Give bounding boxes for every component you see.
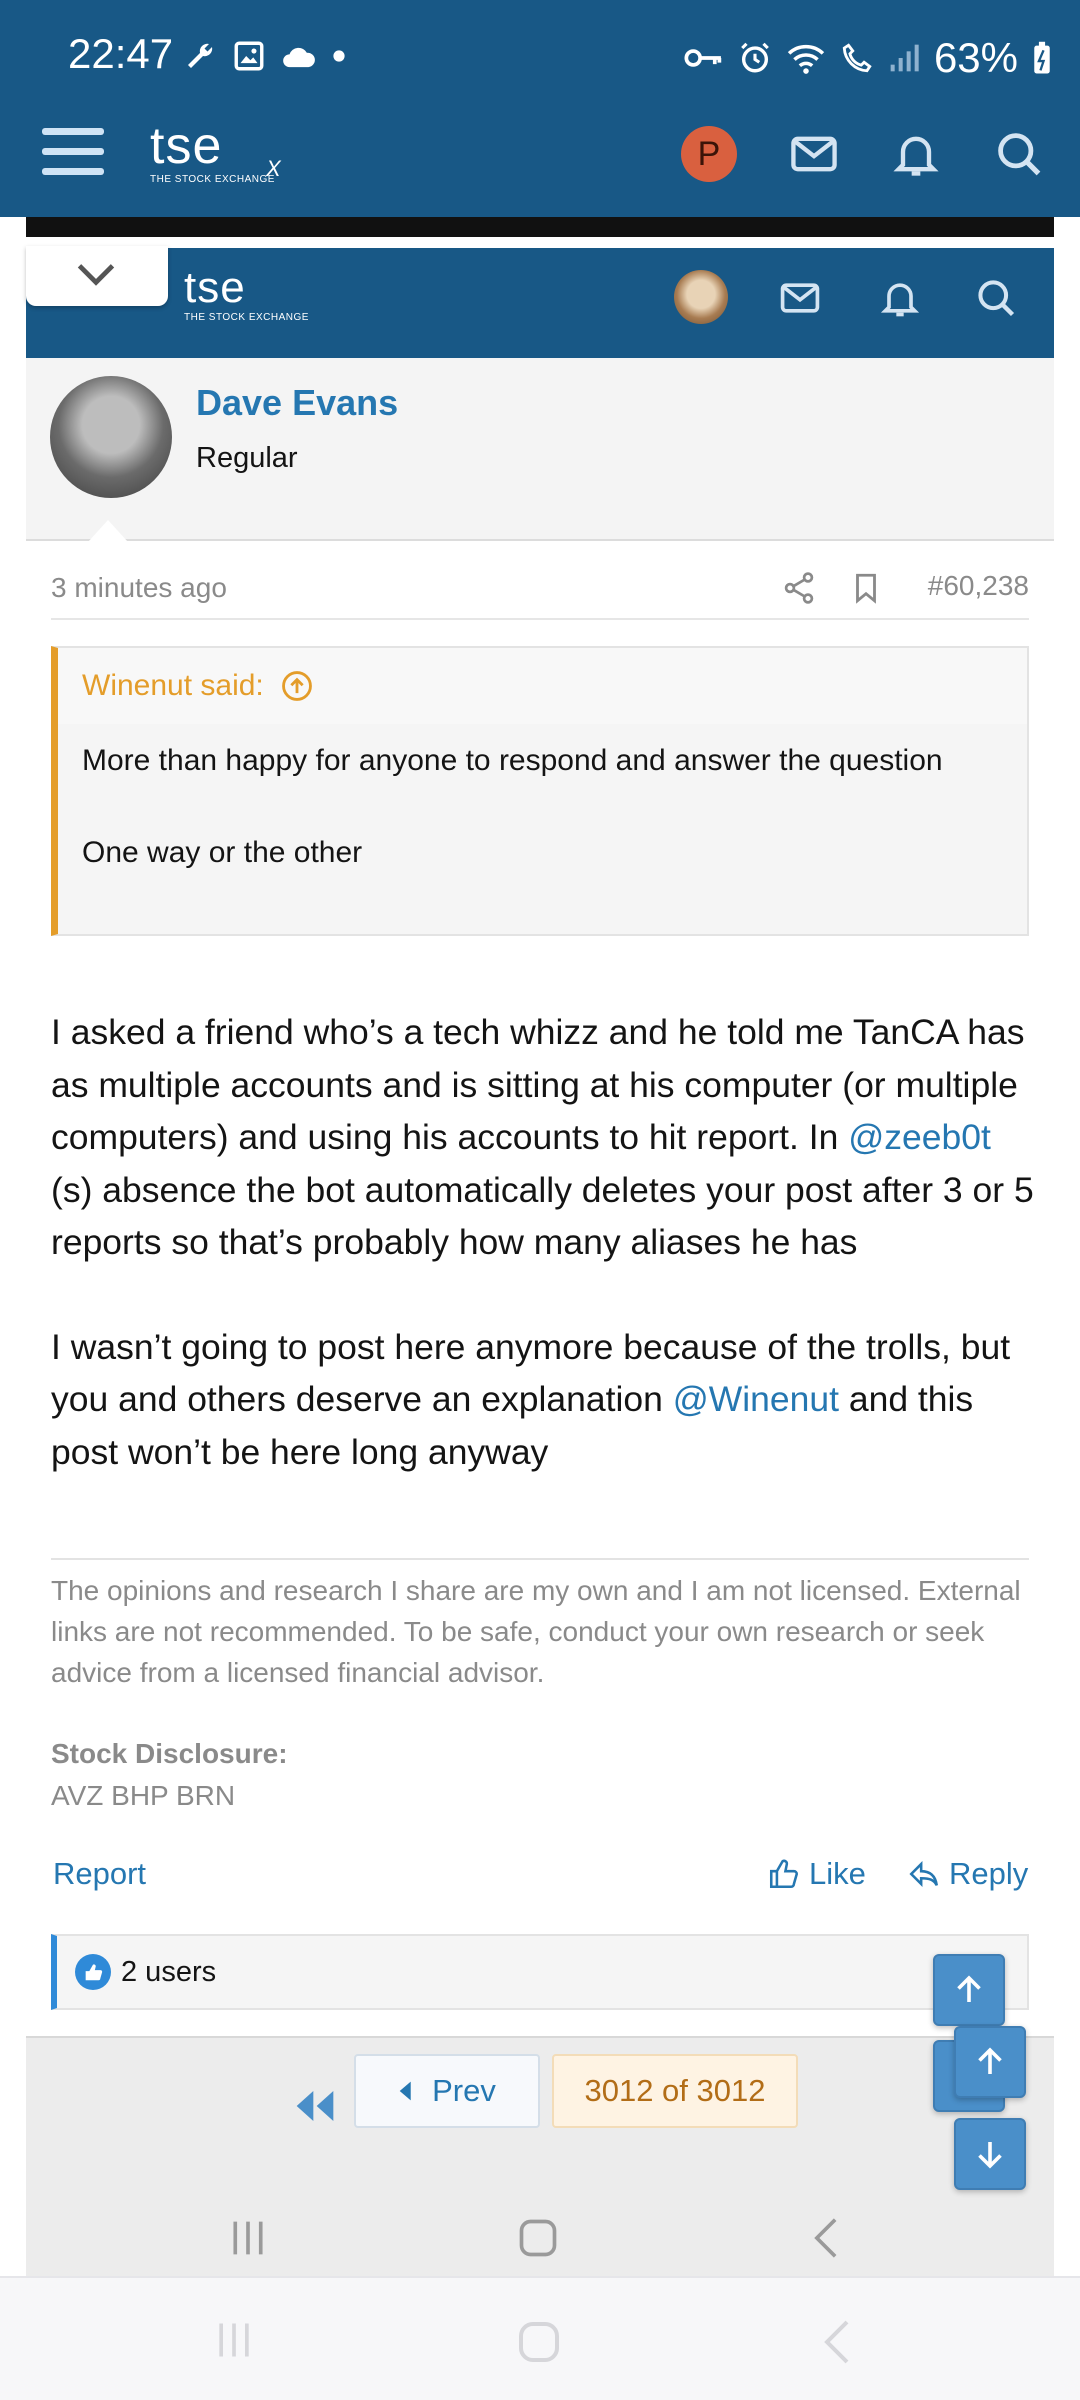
reply-button[interactable]: Reply xyxy=(907,1856,1028,1892)
mail-icon[interactable] xyxy=(788,128,840,180)
arrow-up-icon xyxy=(978,2047,1002,2074)
embedded-logo-subtext: THE STOCK EXCHANGE xyxy=(184,312,309,323)
thumbs-up-icon xyxy=(769,1859,799,1889)
logo-subtext: THE STOCK EXCHANGE xyxy=(150,174,275,185)
reactions-bar[interactable]: 2 users xyxy=(51,1934,1029,2010)
alarm-icon xyxy=(741,42,769,73)
wrench-icon xyxy=(188,43,213,68)
embedded-logo-text: tse xyxy=(184,263,246,312)
author-title: Regular xyxy=(196,442,298,474)
battery-percent: 63% xyxy=(933,34,1018,81)
status-icons-left xyxy=(182,38,346,74)
image-icon xyxy=(234,41,264,71)
embedded-bell-icon xyxy=(880,283,920,317)
home-icon xyxy=(519,2219,557,2257)
disclosure-value: AVZ BHP BRN xyxy=(51,1780,236,1811)
embedded-image-strip xyxy=(26,217,1054,237)
page-indicator[interactable]: 3012 of 3012 xyxy=(552,2054,798,2128)
arrow-up-circle-icon[interactable] xyxy=(280,669,314,703)
key-icon xyxy=(684,49,722,67)
quote-line: One way or the other xyxy=(82,836,363,869)
post-author-block: Dave Evans Regular xyxy=(26,358,1054,541)
recents-icon xyxy=(233,2221,263,2255)
report-button[interactable]: Report xyxy=(53,1856,146,1892)
embedded-mail-icon xyxy=(780,283,820,313)
caret-left-icon xyxy=(399,2081,411,2101)
collapse-image-button[interactable] xyxy=(26,246,168,306)
embedded-header-image: tse THE STOCK EXCHANGE xyxy=(26,248,1054,358)
post-time[interactable]: 3 minutes ago xyxy=(51,572,227,604)
chevron-down-icon xyxy=(77,264,115,286)
app-header: tse THE STOCK EXCHANGE X P xyxy=(0,118,1080,217)
status-bar: 22:47 63% xyxy=(0,0,1080,118)
post-meta-row: 3 minutes ago #60,238 xyxy=(51,560,1029,620)
quote-body: More than happy for anyone to respond an… xyxy=(58,724,1027,890)
embedded-logo: tse THE STOCK EXCHANGE xyxy=(184,263,309,324)
wifi-icon xyxy=(787,44,825,74)
like-button[interactable]: Like xyxy=(767,1856,866,1892)
reply-icon xyxy=(909,1861,939,1887)
reaction-count[interactable]: 2 users xyxy=(121,1956,216,1989)
bookmark-icon[interactable] xyxy=(849,570,883,606)
back-icon xyxy=(814,2218,837,2258)
embedded-scroll-top-button xyxy=(954,2026,1026,2098)
status-time: 22:47 xyxy=(68,30,174,77)
dot-icon xyxy=(333,50,345,62)
author-pointer xyxy=(88,520,128,542)
post-text: (s) absence the bot automatically delete… xyxy=(51,1169,1034,1263)
post-number[interactable]: #60,238 xyxy=(928,570,1029,602)
home-icon[interactable] xyxy=(515,2318,563,2366)
menu-icon[interactable] xyxy=(42,128,104,184)
embedded-search-icon xyxy=(978,280,1015,317)
like-reaction-icon xyxy=(75,1954,111,1990)
scroll-top-button[interactable] xyxy=(933,1954,1005,2026)
recents-icon[interactable] xyxy=(212,2318,256,2362)
post-actions: Report Like Reply xyxy=(51,1852,1029,1902)
system-nav-bar xyxy=(0,2276,1080,2400)
user-avatar-button[interactable]: P xyxy=(681,126,737,182)
prev-page-button[interactable]: Prev xyxy=(354,2054,540,2128)
user-signature: The opinions and research I share are my… xyxy=(51,1558,1029,1693)
mention-link[interactable]: @Winenut xyxy=(673,1379,839,1419)
arrow-up-icon xyxy=(957,1975,981,2002)
author-name[interactable]: Dave Evans xyxy=(196,382,398,424)
post-paragraph: I wasn’t going to post here anymore beca… xyxy=(51,1321,1041,1479)
mention-link[interactable]: @zeeb0t xyxy=(848,1117,991,1157)
signal-icon xyxy=(890,44,919,72)
arrow-down-icon xyxy=(978,2142,1002,2169)
battery-icon xyxy=(1034,41,1050,74)
disclosure-title: Stock Disclosure: xyxy=(51,1738,288,1769)
post-paragraph: I asked a friend who’s a tech whizz and … xyxy=(51,1006,1041,1269)
like-label: Like xyxy=(809,1856,866,1891)
quote-header[interactable]: Winenut said: xyxy=(58,648,1027,724)
quote-author[interactable]: Winenut said: xyxy=(82,669,264,703)
search-icon[interactable] xyxy=(993,128,1045,180)
site-logo[interactable]: tse THE STOCK EXCHANGE X xyxy=(150,117,281,185)
wifi-call-icon xyxy=(842,43,872,73)
quote-block: Winenut said: More than happy for anyone… xyxy=(51,646,1029,936)
back-icon[interactable] xyxy=(820,2318,854,2366)
post-body: I asked a friend who’s a tech whizz and … xyxy=(51,1006,1041,1530)
embedded-nav-bar xyxy=(26,2200,1054,2276)
bell-icon[interactable] xyxy=(890,128,942,180)
quote-line: More than happy for anyone to respond an… xyxy=(82,744,943,777)
scroll-bottom-button[interactable] xyxy=(954,2118,1026,2190)
share-icon[interactable] xyxy=(781,570,817,606)
cloud-icon xyxy=(283,47,315,68)
reply-label: Reply xyxy=(949,1856,1029,1891)
author-avatar[interactable] xyxy=(50,376,172,498)
logo-mark: X xyxy=(266,156,281,181)
first-page-icon[interactable] xyxy=(290,2086,340,2126)
embedded-avatar xyxy=(674,270,728,324)
top-bar: 22:47 63% tse THE STOCK EXCHANGE X P xyxy=(0,0,1080,217)
status-icons-right: 63% xyxy=(684,34,1052,82)
logo-text: tse xyxy=(150,117,223,175)
prev-label: Prev xyxy=(432,2073,496,2108)
